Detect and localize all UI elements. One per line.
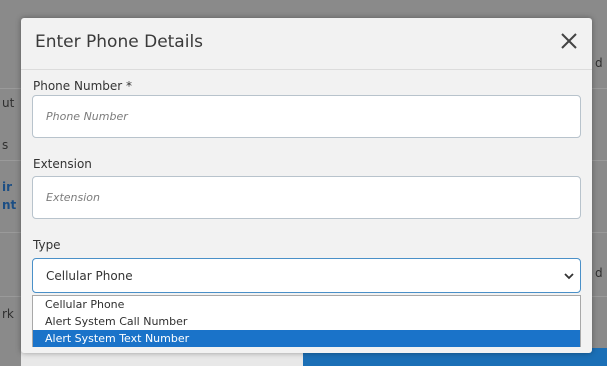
background-text: d	[595, 56, 603, 70]
option-alert-system-text-number[interactable]: Alert System Text Number	[33, 330, 580, 347]
type-select[interactable]: Cellular Phone	[32, 258, 581, 293]
phone-number-input[interactable]	[32, 95, 581, 138]
close-icon	[561, 33, 577, 49]
close-button[interactable]	[556, 28, 582, 54]
background-link: nt	[2, 198, 17, 212]
background-text: s	[2, 138, 9, 152]
header-divider	[21, 69, 592, 70]
extension-label: Extension	[33, 157, 92, 171]
option-cellular-phone[interactable]: Cellular Phone	[33, 296, 580, 313]
chevron-down-icon	[564, 273, 574, 280]
background-text: d	[595, 266, 603, 280]
type-select-value: Cellular Phone	[46, 269, 133, 283]
type-label: Type	[33, 238, 61, 252]
option-alert-system-call-number[interactable]: Alert System Call Number	[33, 313, 580, 330]
dialog-title: Enter Phone Details	[35, 32, 204, 52]
background-text: rk	[2, 307, 14, 321]
phone-number-label: Phone Number *	[33, 79, 133, 93]
type-dropdown-list: Cellular Phone Alert System Call Number …	[32, 295, 581, 347]
background-link: ir	[2, 180, 13, 194]
background-text: ut	[2, 96, 15, 110]
extension-input[interactable]	[32, 176, 581, 219]
